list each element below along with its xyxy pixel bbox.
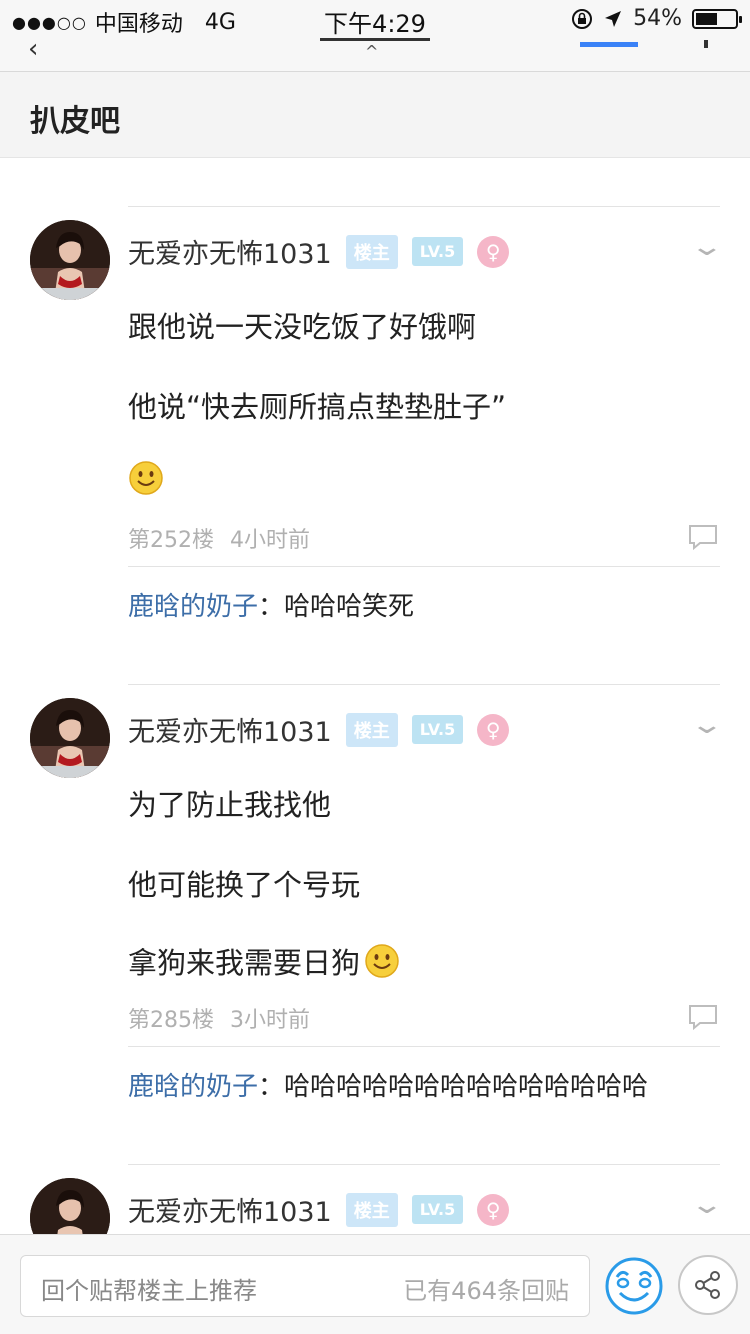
- post-line-with-emoji: 拿狗来我需要日狗: [128, 940, 400, 982]
- post-time: 4小时前: [230, 528, 310, 553]
- author-row: 无爱亦无怖1031 楼主 LV.5 ♀: [128, 232, 510, 271]
- chevron-down-icon[interactable]: ⌄: [690, 1190, 725, 1220]
- post-line: 他说“快去厕所搞点垫垫肚子”: [128, 390, 507, 424]
- post-line: 为了防止我找他: [128, 788, 332, 822]
- author-row: 无爱亦无怖1031 楼主 LV.5 ♀: [128, 710, 510, 749]
- emoji-icon[interactable]: [602, 1253, 666, 1317]
- battery-fill: [696, 12, 717, 25]
- post-line: 他可能换了个号玩: [128, 868, 361, 902]
- rotation-lock-icon: [572, 8, 593, 29]
- reply-separator: ：: [258, 592, 285, 622]
- divider: [128, 684, 720, 685]
- owner-badge: 楼主: [345, 712, 398, 747]
- author-name[interactable]: 无爱亦无怖1031: [128, 1190, 332, 1229]
- post: 无爱亦无怖1031 楼主 LV.5 ♀ ⌄: [0, 1116, 750, 1234]
- battery-icon: [692, 8, 742, 29]
- post: 无爱亦无怖1031 楼主 LV.5 ♀ ⌄ 跟他说一天没吃饭了好饿啊 他说“快去…: [0, 158, 750, 678]
- floor-number: 第285楼: [128, 1008, 214, 1033]
- reply-placeholder: 回个贴帮楼主上推荐: [41, 1277, 257, 1305]
- female-icon: ♀: [477, 713, 510, 746]
- forum-header[interactable]: 扒皮吧: [0, 72, 750, 158]
- comment-icon[interactable]: [688, 524, 718, 550]
- status-right: 54%: [571, 6, 742, 31]
- nav-bar: ‹ ^: [0, 34, 750, 72]
- floor-number: 第252楼: [128, 528, 214, 553]
- reply-author[interactable]: 鹿晗的奶子: [128, 1072, 258, 1102]
- nav-action-button[interactable]: [580, 42, 638, 47]
- divider: [128, 1164, 720, 1165]
- reply-text: 哈哈哈哈哈哈哈哈哈哈哈哈哈哈: [284, 1072, 649, 1102]
- divider: [128, 566, 720, 567]
- level-badge: LV.5: [411, 1195, 464, 1224]
- avatar-image: [30, 698, 110, 778]
- reply[interactable]: 鹿晗的奶子：哈哈哈哈哈哈哈哈哈哈哈哈哈哈: [128, 1066, 648, 1103]
- smile-emoji-icon: [129, 461, 163, 495]
- divider: [128, 206, 720, 207]
- post-meta: 第285楼 3小时前: [128, 1002, 310, 1034]
- post-line-text: 拿狗来我需要日狗: [128, 946, 361, 980]
- post-line-emoji: [128, 460, 164, 496]
- smile-emoji-icon: [365, 944, 399, 978]
- author-name[interactable]: 无爱亦无怖1031: [128, 710, 332, 749]
- share-button[interactable]: [678, 1255, 738, 1315]
- chevron-down-icon[interactable]: ⌄: [690, 710, 725, 740]
- bottom-bar: 回个贴帮楼主上推荐 已有464条回贴: [0, 1234, 750, 1334]
- location-arrow-icon: [605, 10, 622, 27]
- divider: [128, 1046, 720, 1047]
- post-time: 3小时前: [230, 1008, 310, 1033]
- post: 无爱亦无怖1031 楼主 LV.5 ♀ ⌄ 为了防止我找他 他可能换了个号玩 拿…: [0, 636, 750, 1156]
- post-line: 跟他说一天没吃饭了好饿啊: [128, 310, 477, 344]
- post-meta: 第252楼 4小时前: [128, 522, 310, 554]
- back-icon[interactable]: ‹: [28, 34, 38, 64]
- level-badge: LV.5: [411, 237, 464, 266]
- author-name[interactable]: 无爱亦无怖1031: [128, 232, 332, 271]
- reply[interactable]: 鹿晗的奶子：哈哈哈笑死: [128, 586, 414, 623]
- female-icon: ♀: [477, 1193, 510, 1226]
- more-icon[interactable]: [704, 40, 708, 48]
- battery-percent: 54%: [633, 6, 682, 31]
- avatar-image: [30, 1178, 110, 1234]
- owner-badge: 楼主: [345, 234, 398, 269]
- owner-badge: 楼主: [345, 1192, 398, 1227]
- reply-count: 已有464条回贴: [403, 1277, 569, 1305]
- battery-tip: [739, 15, 742, 23]
- reply-input[interactable]: 回个贴帮楼主上推荐 已有464条回贴: [20, 1255, 590, 1317]
- author-row: 无爱亦无怖1031 楼主 LV.5 ♀: [128, 1190, 510, 1229]
- level-badge: LV.5: [411, 715, 464, 744]
- female-icon: ♀: [477, 235, 510, 268]
- reply-text: 哈哈哈笑死: [284, 592, 415, 622]
- reply-author[interactable]: 鹿晗的奶子: [128, 592, 258, 622]
- comment-icon[interactable]: [688, 1004, 718, 1030]
- status-bar: ●●●○○ 中国移动 4G 下午4:29 54%: [0, 0, 750, 42]
- avatar[interactable]: [30, 698, 110, 778]
- caret-up-icon[interactable]: ^: [365, 42, 378, 61]
- chevron-down-icon[interactable]: ⌄: [690, 232, 725, 262]
- reply-separator: ：: [258, 1072, 285, 1102]
- share-icon: [695, 1271, 720, 1299]
- avatar[interactable]: [30, 1178, 110, 1234]
- avatar[interactable]: [30, 220, 110, 300]
- avatar-image: [30, 220, 110, 300]
- forum-name[interactable]: 扒皮吧: [30, 96, 120, 140]
